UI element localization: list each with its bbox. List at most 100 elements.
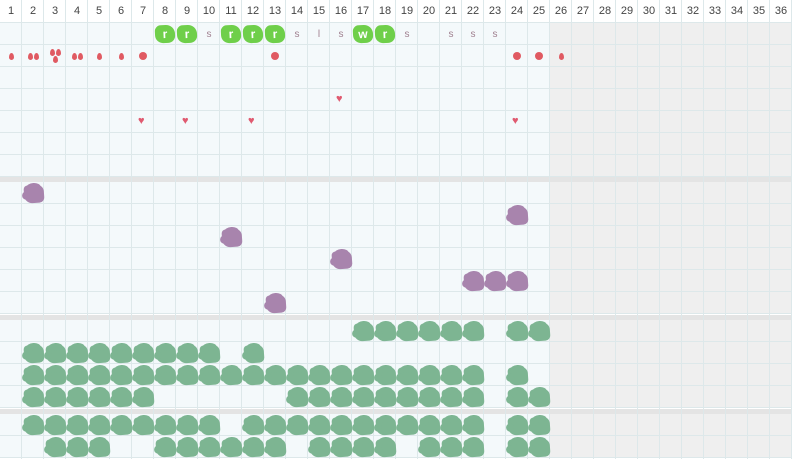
green-blob-icon[interactable] [67,388,89,408]
green-blob-icon[interactable] [155,344,177,364]
green-blob-icon[interactable] [89,388,111,408]
day-header-27[interactable]: 27 [572,0,594,22]
green-blob-icon[interactable] [463,388,485,408]
day-header-35[interactable]: 35 [748,0,770,22]
purple-blob-icon[interactable] [221,228,243,248]
green-blob-icon[interactable] [199,366,221,386]
day-header-8[interactable]: 8 [154,0,176,22]
day-header-22[interactable]: 22 [462,0,484,22]
green-blob-icon[interactable] [507,322,529,342]
green-blob-icon[interactable] [89,416,111,436]
green-blob-icon[interactable] [177,438,199,458]
green-blob-icon[interactable] [309,388,331,408]
green-blob-icon[interactable] [419,438,441,458]
green-blob-icon[interactable] [397,322,419,342]
green-blob-icon[interactable] [397,416,419,436]
green-blob-icon[interactable] [353,416,375,436]
green-blob-icon[interactable] [507,416,529,436]
weather-rain-button[interactable]: r [154,24,176,44]
green-blob-icon[interactable] [507,388,529,408]
purple-blob-icon[interactable] [463,272,485,292]
day-header-11[interactable]: 11 [220,0,242,22]
green-blob-icon[interactable] [265,438,287,458]
green-blob-icon[interactable] [23,416,45,436]
day-header-7[interactable]: 7 [132,0,154,22]
green-blob-icon[interactable] [353,366,375,386]
green-blob-icon[interactable] [353,322,375,342]
green-blob-icon[interactable] [45,388,67,408]
green-blob-icon[interactable] [23,388,45,408]
day-header-1[interactable]: 1 [0,0,22,22]
weather-rain-button[interactable]: w [352,24,374,44]
weather-rain-button[interactable]: r [374,24,396,44]
green-blob-icon[interactable] [199,416,221,436]
green-blob-icon[interactable] [199,344,221,364]
green-blob-icon[interactable] [89,366,111,386]
green-blob-icon[interactable] [287,388,309,408]
day-header-9[interactable]: 9 [176,0,198,22]
purple-blob-icon[interactable] [485,272,507,292]
purple-blob-icon[interactable] [331,250,353,270]
green-blob-icon[interactable] [67,438,89,458]
green-blob-icon[interactable] [419,322,441,342]
green-blob-icon[interactable] [111,366,133,386]
green-blob-icon[interactable] [375,388,397,408]
day-header-20[interactable]: 20 [418,0,440,22]
green-blob-icon[interactable] [45,344,67,364]
green-blob-icon[interactable] [221,438,243,458]
green-blob-icon[interactable] [133,344,155,364]
green-blob-icon[interactable] [441,366,463,386]
green-blob-icon[interactable] [243,344,265,364]
green-blob-icon[interactable] [463,322,485,342]
day-header-4[interactable]: 4 [66,0,88,22]
day-header-6[interactable]: 6 [110,0,132,22]
green-blob-icon[interactable] [111,388,133,408]
day-header-23[interactable]: 23 [484,0,506,22]
weather-letter[interactable]: l [308,23,330,45]
weather-letter[interactable]: s [462,23,484,45]
green-blob-icon[interactable] [67,344,89,364]
green-blob-icon[interactable] [375,438,397,458]
weather-letter[interactable]: s [330,23,352,45]
green-blob-icon[interactable] [397,388,419,408]
green-blob-icon[interactable] [331,388,353,408]
green-blob-icon[interactable] [463,416,485,436]
day-header-13[interactable]: 13 [264,0,286,22]
green-blob-icon[interactable] [243,366,265,386]
green-blob-icon[interactable] [221,366,243,386]
day-header-28[interactable]: 28 [594,0,616,22]
day-header-10[interactable]: 10 [198,0,220,22]
green-blob-icon[interactable] [111,416,133,436]
day-header-12[interactable]: 12 [242,0,264,22]
day-header-25[interactable]: 25 [528,0,550,22]
weather-letter[interactable]: s [198,23,220,45]
green-blob-icon[interactable] [463,366,485,386]
day-header-21[interactable]: 21 [440,0,462,22]
green-blob-icon[interactable] [419,366,441,386]
green-blob-icon[interactable] [463,438,485,458]
green-blob-icon[interactable] [155,416,177,436]
weather-rain-button[interactable]: r [264,24,286,44]
weather-letter[interactable]: s [286,23,308,45]
day-header-16[interactable]: 16 [330,0,352,22]
green-blob-icon[interactable] [353,438,375,458]
green-blob-icon[interactable] [309,438,331,458]
weather-letter[interactable]: s [396,23,418,45]
green-blob-icon[interactable] [441,388,463,408]
day-header-2[interactable]: 2 [22,0,44,22]
green-blob-icon[interactable] [375,416,397,436]
day-header-24[interactable]: 24 [506,0,528,22]
day-header-33[interactable]: 33 [704,0,726,22]
weather-letter[interactable]: s [440,23,462,45]
green-blob-icon[interactable] [441,438,463,458]
green-blob-icon[interactable] [265,416,287,436]
green-blob-icon[interactable] [89,344,111,364]
green-blob-icon[interactable] [111,344,133,364]
green-blob-icon[interactable] [441,416,463,436]
green-blob-icon[interactable] [89,438,111,458]
weather-letter[interactable]: s [484,23,506,45]
green-blob-icon[interactable] [397,366,419,386]
day-header-19[interactable]: 19 [396,0,418,22]
day-header-3[interactable]: 3 [44,0,66,22]
green-blob-icon[interactable] [287,366,309,386]
